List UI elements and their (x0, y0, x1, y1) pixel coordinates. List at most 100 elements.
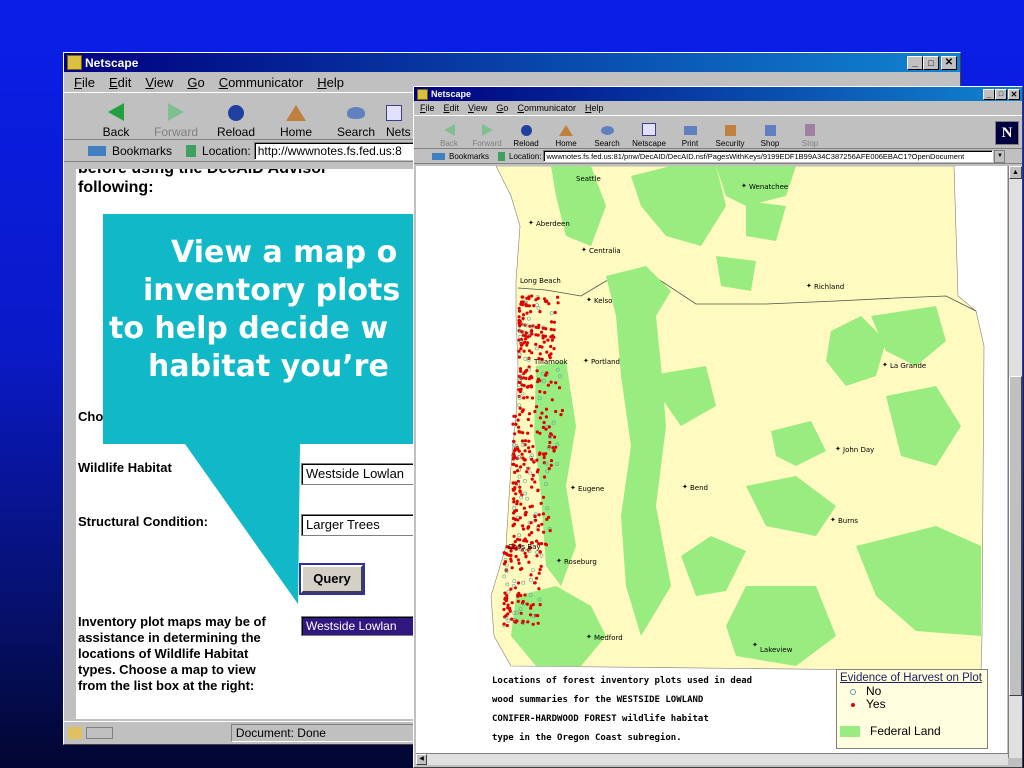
scroll-up-arrow[interactable]: ▲ (1009, 166, 1022, 179)
menu-view[interactable]: View (468, 103, 487, 113)
city-long-beach: Long Beach (520, 277, 561, 285)
svg-text:✦: ✦ (835, 445, 841, 453)
plot-dot (509, 553, 513, 558)
plot-dot (524, 376, 528, 380)
scroll-thumb[interactable] (1009, 376, 1022, 696)
plot-dot (538, 352, 542, 356)
menu-edit[interactable]: Edit (444, 103, 460, 113)
reload-button[interactable]: Reload (506, 118, 546, 148)
security-button[interactable]: Security (710, 118, 750, 148)
vertical-scrollbar[interactable]: ▲ (1008, 166, 1022, 758)
plot-dot (538, 431, 542, 435)
home-button[interactable]: Home (546, 118, 586, 148)
menu-communicator[interactable]: Communicator (517, 103, 576, 113)
map-caption: Locations of forest inventory plots used… (492, 676, 753, 743)
plot-dot (502, 622, 506, 626)
back-button[interactable]: Back (430, 118, 468, 148)
front-page-content: Seattle ✦ Wenatchee ✦ Aberdeen ✦ Centralia … (416, 166, 1007, 760)
netscape-button[interactable]: Netscape (628, 118, 670, 148)
legend-federal: Federal Land (840, 724, 984, 738)
plot-dot (527, 349, 532, 353)
plot-dot (521, 431, 525, 435)
plot-dot (549, 327, 553, 331)
svg-text:Wenatchee: Wenatchee (749, 183, 788, 191)
plot-dot (538, 603, 542, 607)
plot-dot (538, 416, 542, 420)
plot-dot (527, 439, 531, 443)
plot-dot (525, 304, 529, 308)
plot-dot (544, 327, 548, 331)
svg-text:Eugene: Eugene (578, 485, 604, 493)
svg-text:✦: ✦ (752, 641, 758, 649)
plot-dot (557, 386, 562, 390)
bookmarks-button[interactable]: Bookmarks (449, 152, 489, 161)
plot-dot (547, 302, 551, 306)
shop-button[interactable]: Shop (750, 118, 790, 148)
plot-dot (533, 581, 537, 585)
menu-go[interactable]: Go (496, 103, 508, 113)
bookmarks-icon (432, 152, 445, 160)
location-dropdown-arrow[interactable]: ▼ (994, 149, 1006, 163)
plot-dot (504, 599, 508, 603)
plot-dot (517, 425, 521, 429)
horizontal-scrollbar[interactable]: ◀ (416, 753, 1008, 765)
plot-dot (537, 524, 541, 528)
svg-text:Aberdeen: Aberdeen (536, 220, 570, 228)
plot-dot (526, 431, 530, 435)
plot-dot (544, 427, 548, 431)
menu-file[interactable]: File (420, 103, 435, 113)
city-medford: ✦ Medford (586, 633, 623, 642)
plot-dot (530, 329, 534, 333)
plot-dot (533, 480, 537, 484)
forward-button[interactable]: Forward (468, 118, 506, 148)
plot-dot (530, 485, 534, 489)
location-label: Location: (509, 151, 542, 161)
plot-dot (535, 369, 539, 373)
plot-dot (527, 295, 531, 299)
plot-dot (511, 523, 515, 527)
plot-dot (531, 324, 535, 328)
plot-dot (518, 538, 522, 542)
print-button[interactable]: Print (670, 118, 710, 148)
legend-yes-dot (851, 702, 855, 707)
plot-dot (518, 413, 522, 417)
plot-dot (521, 619, 525, 623)
plot-dot (519, 347, 523, 351)
plot-dot (513, 414, 517, 418)
plot-dot (510, 601, 514, 605)
svg-text:Roseburg: Roseburg (564, 558, 597, 566)
security-padlock-icon (724, 125, 736, 136)
plot-dot (535, 405, 539, 409)
svg-text:Portland: Portland (591, 358, 620, 366)
plot-dot (552, 347, 556, 351)
location-input[interactable]: wwwnotes.fs.fed.us:81/pnw/DecAID/DecAID.… (543, 150, 994, 162)
close-button[interactable]: ✕ (1008, 88, 1020, 100)
plot-dot (521, 599, 525, 604)
plot-dot (522, 462, 526, 466)
plot-dot (545, 350, 549, 354)
plot-dot (520, 410, 524, 414)
plot-dot (538, 568, 542, 572)
plot-dot (514, 492, 518, 496)
front-window-titlebar[interactable]: Netscape _ □ ✕ (414, 87, 1022, 101)
minimize-button[interactable]: _ (983, 88, 995, 100)
menu-help[interactable]: Help (585, 103, 604, 113)
legend-federal-swatch (840, 725, 860, 737)
plot-dot (524, 337, 528, 341)
shop-bag-icon (764, 125, 776, 136)
stop-button[interactable]: Stop (790, 118, 830, 148)
maximize-button[interactable]: □ (995, 88, 1007, 100)
plot-dot (521, 295, 525, 299)
plot-dot (518, 430, 522, 434)
city-coos-bay: Coos Bay (508, 543, 541, 551)
plot-dot (540, 522, 544, 526)
plot-dot (536, 468, 540, 472)
plot-dot (538, 310, 542, 314)
plot-dot (539, 501, 543, 505)
plot-dot (542, 530, 546, 534)
search-button[interactable]: Search (586, 118, 628, 148)
svg-text:✦: ✦ (830, 516, 836, 524)
scroll-left-arrow[interactable]: ◀ (416, 754, 427, 765)
plot-dot (526, 620, 530, 624)
plot-dot (513, 470, 517, 474)
